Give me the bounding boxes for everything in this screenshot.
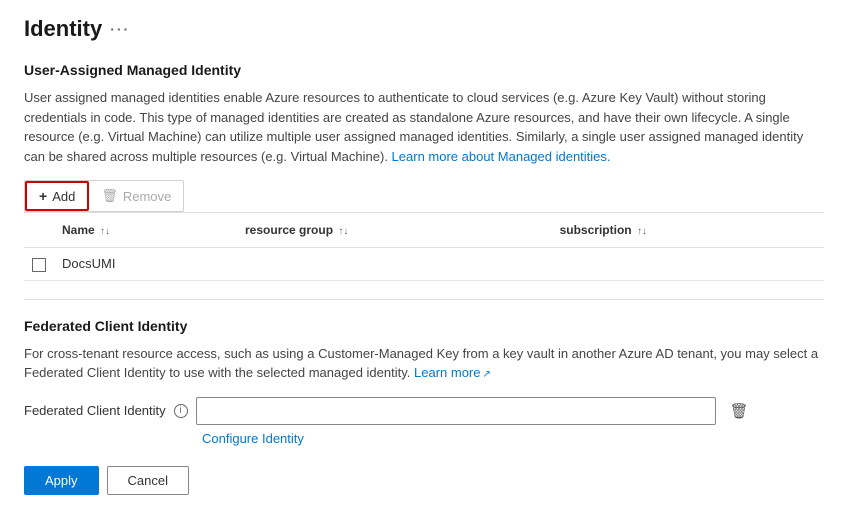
apply-button[interactable]: Apply xyxy=(24,466,99,495)
user-assigned-title: User-Assigned Managed Identity xyxy=(24,62,824,78)
federated-title: Federated Client Identity xyxy=(24,318,824,334)
cancel-button[interactable]: Cancel xyxy=(107,466,189,495)
federated-field-row: Federated Client Identity i 🗑 xyxy=(24,397,824,425)
user-assigned-section: User-Assigned Managed Identity User assi… xyxy=(24,62,824,281)
user-assigned-description: User assigned managed identities enable … xyxy=(24,88,824,166)
info-icon: i xyxy=(174,404,188,418)
user-assigned-toolbar: + Add 🗑 Remove xyxy=(24,180,184,212)
row-subscription xyxy=(552,248,824,281)
row-checkbox-cell[interactable] xyxy=(24,248,54,281)
identity-table-container: Name ↑↓ resource group ↑↓ subscription ↑… xyxy=(24,212,824,281)
row-checkbox[interactable] xyxy=(32,258,46,272)
header-checkbox-cell xyxy=(24,213,54,248)
delete-icon: 🗑 xyxy=(730,402,749,420)
federated-field-label: Federated Client Identity xyxy=(24,403,166,418)
remove-label: Remove xyxy=(123,189,171,204)
federated-section: Federated Client Identity For cross-tena… xyxy=(24,318,824,446)
remove-button[interactable]: 🗑 Remove xyxy=(89,183,183,209)
page-header: Identity ··· xyxy=(24,16,824,42)
identity-table: Name ↑↓ resource group ↑↓ subscription ↑… xyxy=(24,213,824,281)
table-header-row: Name ↑↓ resource group ↑↓ subscription ↑… xyxy=(24,213,824,248)
col-header-resource-group[interactable]: resource group ↑↓ xyxy=(237,213,552,248)
row-resource-group xyxy=(237,248,552,281)
col-header-subscription[interactable]: subscription ↑↓ xyxy=(552,213,824,248)
add-label: Add xyxy=(52,189,75,204)
sort-sub-icon: ↑↓ xyxy=(637,226,647,237)
more-options-icon[interactable]: ··· xyxy=(110,21,130,37)
page-title: Identity xyxy=(24,16,102,42)
plus-icon: + xyxy=(39,188,47,204)
federated-description: For cross-tenant resource access, such a… xyxy=(24,344,824,383)
federated-client-identity-input[interactable] xyxy=(196,397,716,425)
clear-federated-button[interactable]: 🗑 xyxy=(724,400,755,422)
table-row: DocsUMI xyxy=(24,248,824,281)
learn-more-federated-link[interactable]: Learn more↗ xyxy=(414,365,491,380)
row-name: DocsUMI xyxy=(54,248,237,281)
col-header-name[interactable]: Name ↑↓ xyxy=(54,213,237,248)
sort-name-icon: ↑↓ xyxy=(100,226,110,237)
add-button[interactable]: + Add xyxy=(25,181,89,211)
learn-more-managed-identities-link[interactable]: Learn more about Managed identities. xyxy=(392,149,611,164)
footer-buttons: Apply Cancel xyxy=(24,466,824,495)
configure-identity-link[interactable]: Configure Identity xyxy=(202,431,824,446)
trash-icon: 🗑 xyxy=(101,188,118,204)
section-divider xyxy=(24,299,824,300)
sort-rg-icon: ↑↓ xyxy=(338,226,348,237)
external-link-icon: ↗ xyxy=(482,367,490,382)
